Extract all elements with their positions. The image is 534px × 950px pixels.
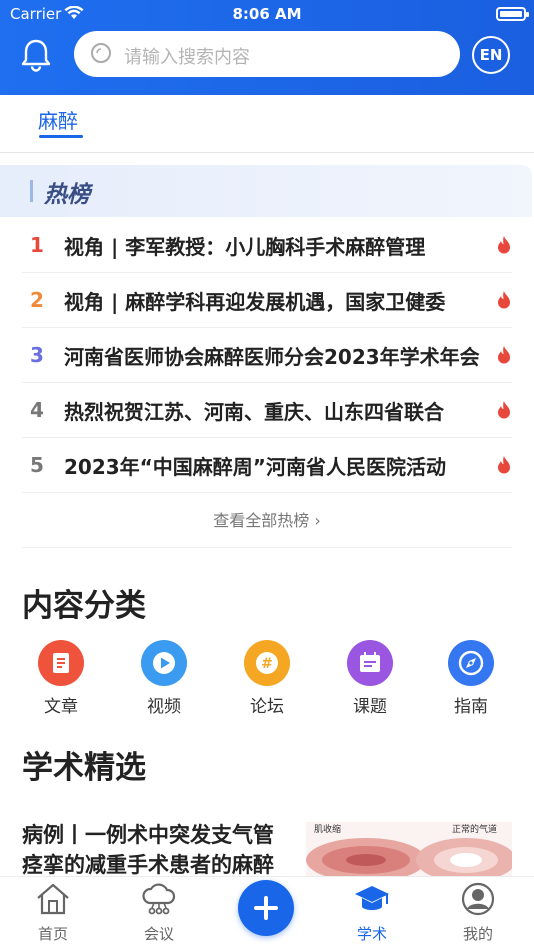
- thumb-label-right: 正常的气道: [452, 823, 497, 835]
- see-all-hot-link[interactable]: 查看全部热榜 ›: [22, 498, 512, 548]
- article-card[interactable]: 病例丨一例术中突发支气管痉挛的减重手术患者的麻醉管理 肌收缩 正常的气道: [22, 818, 512, 878]
- tab-active-indicator: [39, 135, 83, 138]
- tab-academic[interactable]: 学术: [332, 877, 412, 944]
- category-video[interactable]: 视频: [124, 640, 204, 717]
- header-bar: Carrier 8:06 AM 请输入搜索内容 EN: [0, 0, 534, 95]
- search-placeholder: 请输入搜索内容: [124, 47, 250, 68]
- hot-item-title: 2023年“中国麻醉周”河南省人民医院活动: [64, 455, 446, 479]
- category-label: 指南: [454, 697, 488, 717]
- video-icon: [141, 640, 187, 686]
- hot-item[interactable]: 1 视角 | 李军教授：小儿胸科手术麻醉管理: [22, 218, 512, 273]
- fire-icon: [498, 401, 510, 419]
- tab-home[interactable]: 首页: [13, 877, 93, 944]
- hot-list: 1 视角 | 李军教授：小儿胸科手术麻醉管理 2 视角 | 麻醉学科再迎发展机遇…: [22, 218, 512, 493]
- hot-rank: 3: [30, 343, 44, 367]
- guide-icon: [448, 640, 494, 686]
- fire-icon: [498, 346, 510, 364]
- category-topic[interactable]: 课题: [330, 640, 410, 717]
- academic-title: 学术精选: [22, 750, 146, 786]
- tab-label: 首页: [37, 925, 68, 943]
- article-icon: [38, 640, 84, 686]
- tab-anesthesia[interactable]: 麻醉: [38, 105, 78, 134]
- category-label: 论坛: [250, 697, 284, 717]
- hot-rank: 2: [30, 288, 44, 312]
- hot-item[interactable]: 2 视角 | 麻醉学科再迎发展机遇，国家卫健委: [22, 273, 512, 328]
- hot-item-title: 热烈祝贺江苏、河南、重庆、山东四省联合: [64, 400, 444, 424]
- article-title: 病例丨一例术中突发支气管痉挛的减重手术患者的麻醉管理: [22, 823, 274, 877]
- search-icon: [91, 43, 111, 63]
- fire-icon: [498, 291, 510, 309]
- categories-title: 内容分类: [22, 588, 146, 624]
- hot-list-header: 热榜: [0, 165, 532, 217]
- meeting-icon: [142, 883, 176, 915]
- hot-item[interactable]: 4 热烈祝贺江苏、河南、重庆、山东四省联合: [22, 383, 512, 438]
- tab-label: 我的: [462, 925, 493, 943]
- category-label: 文章: [44, 697, 78, 717]
- academic-icon: [355, 886, 389, 910]
- plus-icon[interactable]: [238, 880, 294, 936]
- hot-rank: 4: [30, 398, 44, 422]
- category-forum[interactable]: # 论坛: [227, 640, 307, 717]
- hot-item-title: 视角 | 李军教授：小儿胸科手术麻醉管理: [64, 235, 426, 259]
- tab-profile[interactable]: 我的: [438, 877, 518, 944]
- hot-item-title: 视角 | 麻醉学科再迎发展机遇，国家卫健委: [64, 290, 446, 314]
- category-tabs: 麻醉: [0, 95, 534, 153]
- article-thumbnail: 肌收缩 正常的气道: [306, 822, 512, 878]
- hot-item[interactable]: 3 河南省医师协会麻醉医师分会2023年学术年会: [22, 328, 512, 383]
- language-toggle-button[interactable]: EN: [472, 36, 510, 74]
- hot-rank: 5: [30, 453, 44, 477]
- search-box[interactable]: 请输入搜索内容: [74, 31, 460, 77]
- hot-item-title: 河南省医师协会麻醉医师分会2023年学术年会: [64, 345, 480, 369]
- category-article[interactable]: 文章: [21, 640, 101, 717]
- fire-icon: [498, 456, 510, 474]
- topic-icon: [347, 640, 393, 686]
- tab-label: 学术: [356, 925, 387, 943]
- category-guide[interactable]: 指南: [431, 640, 511, 717]
- bell-icon[interactable]: [18, 36, 54, 72]
- status-bar: Carrier 8:06 AM: [0, 0, 534, 28]
- category-label: 课题: [353, 697, 387, 717]
- thumb-label-left: 肌收缩: [314, 823, 341, 835]
- hot-item[interactable]: 5 2023年“中国麻醉周”河南省人民医院活动: [22, 438, 512, 493]
- tab-meeting[interactable]: 会议: [119, 877, 199, 944]
- svg-text:#: #: [261, 656, 273, 672]
- hot-header-accent: [30, 180, 33, 202]
- clock: 8:06 AM: [232, 5, 302, 23]
- hot-rank: 1: [30, 233, 44, 257]
- hot-list-title: 热榜: [44, 182, 90, 208]
- category-grid: 文章 视频 # 论坛 课题 指南: [0, 640, 534, 720]
- tab-label: 会议: [143, 925, 174, 943]
- forum-icon: #: [244, 640, 290, 686]
- profile-icon: [461, 882, 495, 916]
- category-label: 视频: [147, 697, 181, 717]
- fire-icon: [498, 236, 510, 254]
- battery-icon: [496, 7, 529, 21]
- home-icon: [37, 883, 69, 915]
